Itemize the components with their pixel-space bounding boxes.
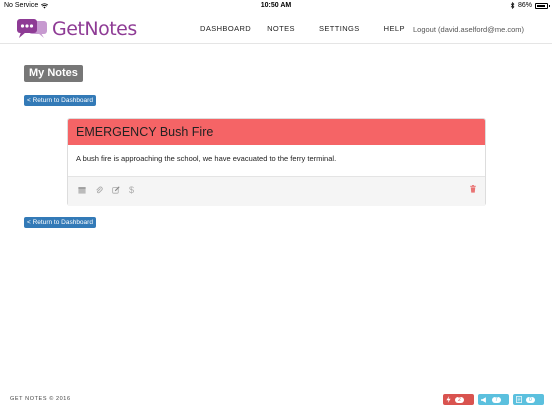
chat-bubbles-icon bbox=[16, 18, 48, 40]
alerts-badge[interactable]: 2 bbox=[443, 394, 474, 405]
note-actions: $ bbox=[68, 177, 485, 206]
status-time: 10:50 AM bbox=[260, 2, 292, 9]
trash-icon[interactable] bbox=[469, 185, 477, 193]
nav-settings[interactable]: SETTINGS bbox=[319, 24, 360, 33]
bolt-icon bbox=[446, 396, 451, 403]
nav-dashboard[interactable]: DASHBOARD bbox=[200, 24, 251, 33]
page-title: My Notes bbox=[24, 65, 83, 82]
note-body: A bush fire is approaching the school, w… bbox=[68, 145, 485, 177]
nav-help[interactable]: HELP bbox=[384, 24, 405, 33]
footer-badges: 2 7 0 bbox=[443, 394, 544, 405]
return-to-dashboard-button[interactable]: < Return to Dashboard bbox=[24, 95, 96, 106]
battery-icon bbox=[535, 2, 550, 9]
battery-percent: 86% bbox=[517, 2, 532, 9]
note-card: EMERGENCY Bush Fire A bush fire is appro… bbox=[67, 118, 486, 206]
note-action-icons: $ bbox=[78, 186, 134, 195]
announcements-count: 7 bbox=[492, 396, 501, 403]
paperclip-icon[interactable] bbox=[95, 186, 103, 194]
app-header: GetNotes DASHBOARD NOTES SETTINGS HELP L… bbox=[0, 12, 552, 44]
note-title[interactable]: EMERGENCY Bush Fire bbox=[68, 119, 485, 145]
battery-fill bbox=[537, 4, 545, 7]
logo[interactable]: GetNotes bbox=[16, 18, 137, 40]
bluetooth-icon bbox=[510, 2, 515, 9]
alerts-count: 2 bbox=[455, 396, 464, 403]
status-right: 86% bbox=[510, 2, 550, 9]
return-to-dashboard-button-bottom[interactable]: < Return to Dashboard bbox=[24, 217, 96, 228]
document-icon bbox=[516, 396, 522, 403]
megaphone-icon bbox=[481, 396, 486, 403]
edit-icon[interactable] bbox=[112, 186, 120, 194]
calendar-icon[interactable] bbox=[78, 186, 86, 194]
main-nav: DASHBOARD NOTES SETTINGS HELP bbox=[200, 24, 405, 33]
announcements-badge[interactable]: 7 bbox=[478, 394, 509, 405]
dollar-icon[interactable]: $ bbox=[129, 186, 134, 195]
status-bar: No Service 10:50 AM 86% bbox=[0, 0, 552, 12]
footer-copyright: GET NOTES © 2016 bbox=[10, 396, 71, 402]
documents-count: 0 bbox=[526, 396, 535, 403]
logout-link[interactable]: Logout (david.aselford@me.com) bbox=[413, 25, 524, 34]
nav-notes[interactable]: NOTES bbox=[267, 24, 295, 33]
documents-badge[interactable]: 0 bbox=[513, 394, 544, 405]
logo-text: GetNotes bbox=[52, 18, 137, 40]
